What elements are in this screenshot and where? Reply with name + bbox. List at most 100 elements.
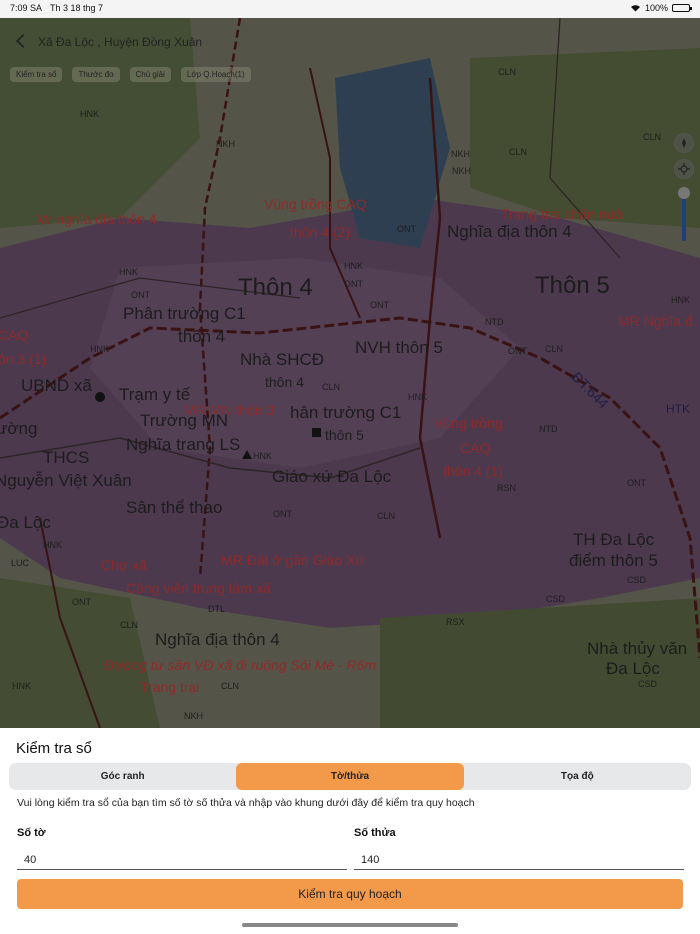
map-zone-label: Vùng trồng CAQ (264, 196, 367, 212)
map-zone-label: MR Đất ở gần Giáo Xứ (221, 552, 365, 568)
chip-kiem-tra-so[interactable]: Kiểm tra sổ (10, 67, 63, 82)
compass-icon[interactable] (674, 133, 694, 153)
map-code: CLN (643, 132, 662, 142)
map-code: CSD (638, 679, 658, 689)
map-label: NVH thôn 5 (355, 338, 443, 357)
so-thua-label: Số thửa (354, 827, 396, 839)
map-label: Đa Lộc (606, 659, 660, 678)
map-code: CLN (509, 147, 528, 157)
map-label: Thôn 5 (535, 272, 610, 299)
map-code: CSD (627, 575, 647, 585)
map-toolbar: Kiểm tra sổ Thước đo Chú giải Lớp Q.Hoạc… (10, 67, 251, 82)
map-code: HNK (43, 540, 63, 550)
tab-to-thua[interactable]: Tờ/thửa (236, 763, 464, 790)
map-zone-label: thôn 4 (2) (290, 224, 350, 240)
so-thua-input[interactable] (354, 850, 684, 870)
map-label: Nhà SHCĐ (240, 350, 325, 369)
so-thua-field: Số thửa (354, 827, 684, 870)
map-label: hân trường C1 (290, 403, 402, 422)
map-code: HNK (119, 267, 139, 277)
map-label: UBND xã (21, 376, 92, 395)
so-to-label: Số tờ (17, 827, 46, 839)
map-zone-label: MR Nghĩa đ (618, 313, 693, 329)
map-code: ONT (370, 300, 389, 310)
map-code: ONT (273, 509, 292, 519)
map-marker[interactable] (242, 450, 252, 459)
map-zone-label: Công viên trung tâm xã (126, 580, 271, 596)
map-label: thôn 4 (178, 327, 226, 346)
map-code: CSD (546, 594, 566, 604)
locate-icon[interactable] (674, 159, 694, 179)
tab-toa-do[interactable]: Tọa độ (464, 763, 691, 790)
map-code: HNK (253, 451, 273, 461)
map-marker[interactable] (312, 428, 321, 437)
slider-knob[interactable] (678, 187, 690, 199)
status-date: Th 3 18 thg 7 (50, 3, 104, 13)
map-zone-label: CAQ (460, 440, 491, 456)
battery-icon (672, 4, 692, 12)
map-zone-label: Mr nghĩa địa thôn 4 (36, 211, 157, 227)
map-code: CLN (545, 344, 564, 354)
map-zone-label: thôn 4 (1) (443, 463, 503, 479)
map-tools (674, 133, 694, 241)
battery-percent: 100% (644, 3, 668, 13)
opacity-slider[interactable] (678, 187, 690, 241)
location-title[interactable]: Xã Đa Lộc , Huyện Đồng Xuân (38, 35, 202, 49)
map-label: Phân trường C1 (123, 304, 246, 323)
map-code: HNK (671, 295, 691, 305)
map-label: Trạm y tế (119, 385, 191, 404)
home-indicator (242, 923, 458, 927)
so-to-field: Số tờ (17, 827, 347, 870)
map-code: HTK (666, 402, 690, 416)
map-dim-overlay (0, 18, 700, 728)
map-code: LUC (11, 558, 30, 568)
map-code: NTD (485, 317, 504, 327)
map-code: ONT (131, 290, 150, 300)
so-to-input[interactable] (17, 850, 347, 870)
map-code: ONT (344, 279, 363, 289)
map-code: NKH (184, 711, 204, 721)
map-code: RSX (446, 617, 465, 627)
status-right: 100% (630, 3, 692, 13)
map-code: NKH (216, 139, 236, 149)
map-code: HNK (90, 344, 110, 354)
mode-segmented-control: Góc ranh Tờ/thửa Tọa độ (9, 763, 691, 790)
map-label: Nghĩa trang LS (126, 435, 241, 454)
map-code: CLN (221, 681, 240, 691)
map-zone-label: ôn 3 (1) (0, 351, 47, 367)
wifi-icon (630, 5, 640, 12)
map-label: Nghĩa địa thôn 4 (155, 630, 280, 649)
map-label: Sân thể thao (126, 498, 223, 517)
map-code: HNK (344, 261, 364, 271)
map-code: HNK (408, 392, 428, 402)
map-label: Nghĩa địa thôn 4 (447, 222, 572, 241)
check-sheet: Kiểm tra sổ Góc ranh Tờ/thửa Tọa độ Vui … (0, 728, 700, 934)
sheet-title: Kiểm tra sổ (16, 740, 92, 757)
check-planning-button[interactable]: Kiểm tra quy hoạch (17, 879, 683, 909)
map-code: RSN (497, 483, 517, 493)
map-label: THCS (43, 448, 90, 467)
map-label: Giáo xứ Đa Lộc (272, 467, 392, 486)
map-marker[interactable] (95, 392, 105, 402)
map-code: CLN (377, 511, 396, 521)
chip-lop-quy-hoach[interactable]: Lớp Q.Hoạch(1) (180, 67, 251, 82)
map-code: ONT (627, 478, 646, 488)
map-code: CLN (498, 67, 517, 77)
chip-thuoc-do[interactable]: Thước đo (72, 67, 120, 82)
map-zone-label: Chợ xã (101, 557, 147, 573)
map-label: Thôn 4 (238, 274, 313, 301)
map-code: NTD (539, 424, 558, 434)
map-code: HNK (80, 109, 100, 119)
map-label: thôn 4 (265, 374, 304, 390)
chip-chu-giai[interactable]: Chú giải (129, 67, 171, 82)
map-code: HNK (12, 681, 32, 691)
map-code: ONT (397, 224, 416, 234)
map-label: Nguyễn Việt Xuân (0, 471, 132, 490)
planning-map[interactable]: Thôn 4 Thôn 5 Phân trường C1 thôn 4 Nhà … (0, 18, 700, 728)
tab-goc-ranh[interactable]: Góc ranh (9, 763, 236, 790)
map-code: NKH (452, 166, 472, 176)
map-zone-label: Trang trại (140, 679, 200, 695)
map-zone-label: CAQ (0, 327, 29, 343)
map-label: Đa Lộc (0, 513, 51, 532)
map-zone-label: MR MN thôn 3 (184, 402, 275, 418)
